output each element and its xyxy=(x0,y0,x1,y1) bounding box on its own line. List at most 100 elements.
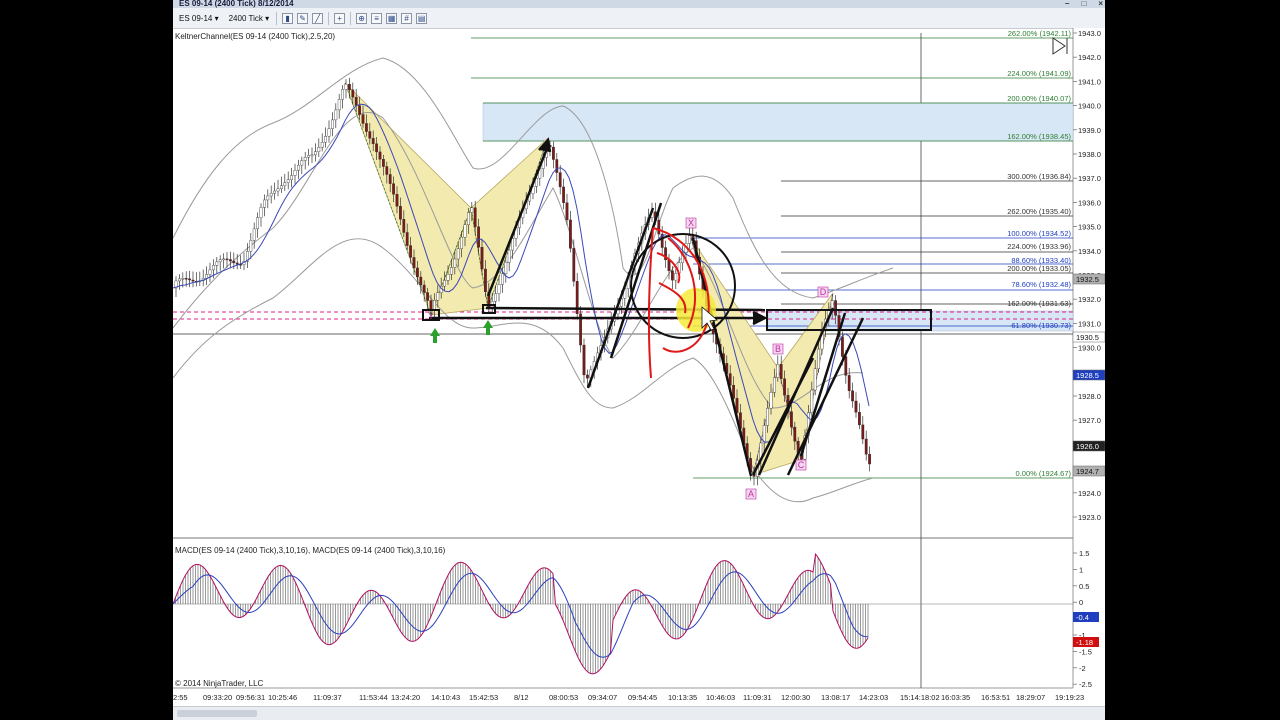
strategy-icon[interactable]: ▤ xyxy=(416,12,428,24)
candle-body xyxy=(415,267,419,278)
fib-level-label: 100.00% (1934.52) xyxy=(1007,229,1071,238)
candle-body xyxy=(300,160,304,166)
fib-level-label: 61.80% (1930.73) xyxy=(1011,321,1071,330)
candle-body xyxy=(766,408,770,426)
toolbar-separator xyxy=(276,11,278,25)
candle-body xyxy=(378,151,382,160)
minimize-button[interactable]: – xyxy=(1065,0,1069,8)
price-tick-label: 1931.0 xyxy=(1078,319,1101,328)
maximize-button[interactable]: □ xyxy=(1081,0,1086,8)
chart-area[interactable]: 1943.0 1942.0 1941.0 1940.0 1939.0 1938.0 1937… xyxy=(173,28,1105,706)
fib-pattern-labels: 300.00% (1936.84) 262.00% (1935.40) 100.00… xyxy=(1007,172,1071,478)
price-tick-label: 1941.0 xyxy=(1078,77,1101,86)
pencil-icon[interactable]: ✎ xyxy=(297,12,309,24)
candle-body xyxy=(769,392,773,409)
candle-body xyxy=(436,292,440,301)
candle-body xyxy=(422,284,426,293)
time-label: 12:00:30 xyxy=(781,693,810,702)
line-tool-icon[interactable]: ╱ xyxy=(312,12,324,24)
macd-tick-label: 0.5 xyxy=(1079,582,1089,591)
price-marker-label: 1926.0 xyxy=(1076,442,1099,451)
candle-body xyxy=(433,300,436,310)
crosshair-icon[interactable]: + xyxy=(334,12,346,24)
candle-body xyxy=(259,207,263,218)
macd-histogram xyxy=(175,554,869,674)
candle-body xyxy=(582,344,586,376)
candle-body xyxy=(477,226,480,248)
zoom-icon[interactable]: ⊕ xyxy=(356,12,368,24)
candle-body xyxy=(412,257,416,269)
pattern-label: X xyxy=(688,218,694,228)
fib-level-label: 262.00% (1942.11) xyxy=(1008,29,1072,38)
candle-body xyxy=(473,207,477,227)
fib-level-label: 300.00% (1936.84) xyxy=(1007,172,1071,181)
candle-body xyxy=(273,190,277,194)
macd-lines xyxy=(173,552,869,675)
time-label: 08:00:53 xyxy=(549,693,578,702)
candle-body xyxy=(674,273,678,281)
candle-body xyxy=(191,279,195,282)
candle-body xyxy=(388,174,392,184)
candle-body xyxy=(249,240,253,252)
keltner-indicator-label: KeltnerChannel(ES 09-14 (2400 Tick),2.5,… xyxy=(175,32,335,41)
toolbar-separator xyxy=(350,11,352,25)
candle-body xyxy=(177,278,181,282)
horizontal-scrollbar[interactable] xyxy=(173,706,1105,720)
candle-body xyxy=(398,206,402,220)
close-button[interactable]: × xyxy=(1098,0,1103,8)
time-label: 09:54:45 xyxy=(628,693,657,702)
candle-body xyxy=(817,348,821,370)
candle-body xyxy=(790,411,793,428)
candle-body xyxy=(419,276,423,286)
candle-body xyxy=(361,114,365,124)
candle-body xyxy=(252,228,256,241)
price-tick-label: 1938.0 xyxy=(1078,150,1101,159)
macd-marker-label: -0.4 xyxy=(1076,613,1089,622)
candle-body xyxy=(847,375,851,392)
candle-body xyxy=(480,247,484,270)
fib-level-label: 162.00% (1938.45) xyxy=(1007,132,1071,141)
candle-body xyxy=(429,300,433,310)
title-bar: ES 09-14 (2400 Tick) 8/12/2014 – □ × xyxy=(173,0,1105,8)
candle-body xyxy=(313,151,317,156)
candle-body xyxy=(184,278,188,280)
price-tick-label: 1940.0 xyxy=(1078,102,1101,111)
candle-body xyxy=(225,258,229,261)
data-box-icon[interactable]: ▦ xyxy=(386,12,398,24)
candle-body xyxy=(405,232,409,246)
candle-body xyxy=(460,236,463,249)
candle-body xyxy=(409,245,412,258)
ninjatrader-chart-window: ES 09-14 (2400 Tick) 8/12/2014 – □ × ES … xyxy=(173,0,1105,720)
candle-body xyxy=(290,175,294,180)
candle-body xyxy=(776,364,780,378)
time-label: 15:14:18:02 xyxy=(900,693,940,702)
candle-body xyxy=(286,179,290,183)
candle-body xyxy=(861,424,865,440)
time-label: 13:08:17 xyxy=(821,693,850,702)
instrument-selector[interactable]: ES 09-14 ▾ xyxy=(175,11,223,26)
time-label: 2:55 xyxy=(173,693,188,702)
price-marker-label: 1932.5 xyxy=(1076,275,1099,284)
grid-icon[interactable]: # xyxy=(401,12,413,24)
price-tick-label: 1937.0 xyxy=(1078,174,1101,183)
time-axis-labels: 2:55 09:33:20 09:56:31 10:25:46 11:09:37 11:5… xyxy=(173,693,1084,702)
play-icon[interactable] xyxy=(1052,37,1066,55)
time-label: 8/12 xyxy=(514,693,529,702)
candle-body xyxy=(555,159,559,173)
interval-selector[interactable]: 2400 Tick ▾ xyxy=(225,11,274,26)
scrollbar-thumb[interactable] xyxy=(177,710,257,717)
fib-level-label: 200.00% (1940.07) xyxy=(1007,94,1071,103)
fib-level-label: 224.00% (1941.09) xyxy=(1007,69,1071,78)
candle-body xyxy=(844,356,848,376)
candle-body xyxy=(426,292,429,301)
fib-level-label: 200.00% (1933.05) xyxy=(1007,264,1071,273)
macd-tick-label: -1.5 xyxy=(1079,647,1092,656)
macd-tick-label: -2 xyxy=(1079,664,1086,673)
price-tick-label: 1934.0 xyxy=(1078,247,1101,256)
candle-body xyxy=(511,238,514,251)
candle-body xyxy=(470,207,474,213)
candle-body xyxy=(212,265,215,271)
properties-icon[interactable]: ≡ xyxy=(371,12,383,24)
bar-type-icon[interactable]: ▮ xyxy=(282,12,294,24)
candle-body xyxy=(341,89,344,100)
